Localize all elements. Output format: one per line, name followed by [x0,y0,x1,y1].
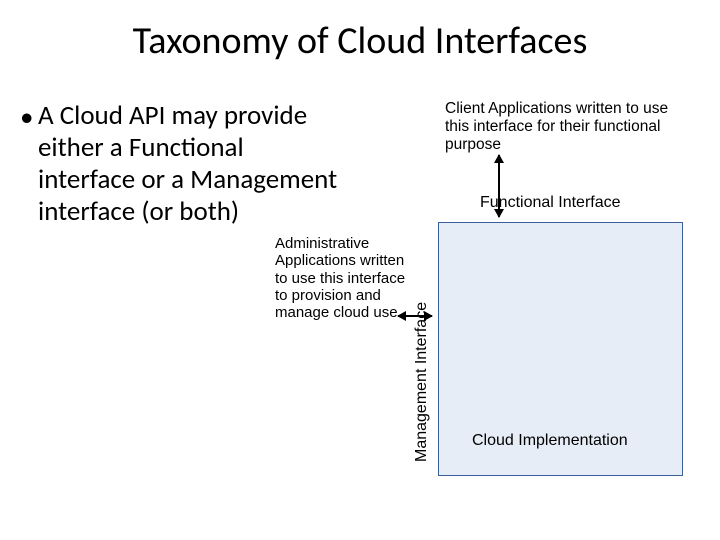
client-apps-text: Client Applications written to use this … [445,100,680,153]
management-interface-label: Management Interface [413,302,431,462]
slide-title: Taxonomy of Cloud Interfaces [0,18,720,64]
vertical-double-arrow-icon [498,155,500,217]
admin-apps-text: Administrative Applications written to u… [275,235,410,321]
horizontal-double-arrow-icon [398,315,432,317]
cloud-implementation-label: Cloud Implementation [472,432,628,450]
bullet-text: A Cloud API may provide either a Functio… [38,99,337,228]
bullet-item: • A Cloud API may provide either a Funct… [38,100,338,227]
slide: Taxonomy of Cloud Interfaces • A Cloud A… [0,0,720,540]
bullet-dot-icon: • [20,102,33,134]
